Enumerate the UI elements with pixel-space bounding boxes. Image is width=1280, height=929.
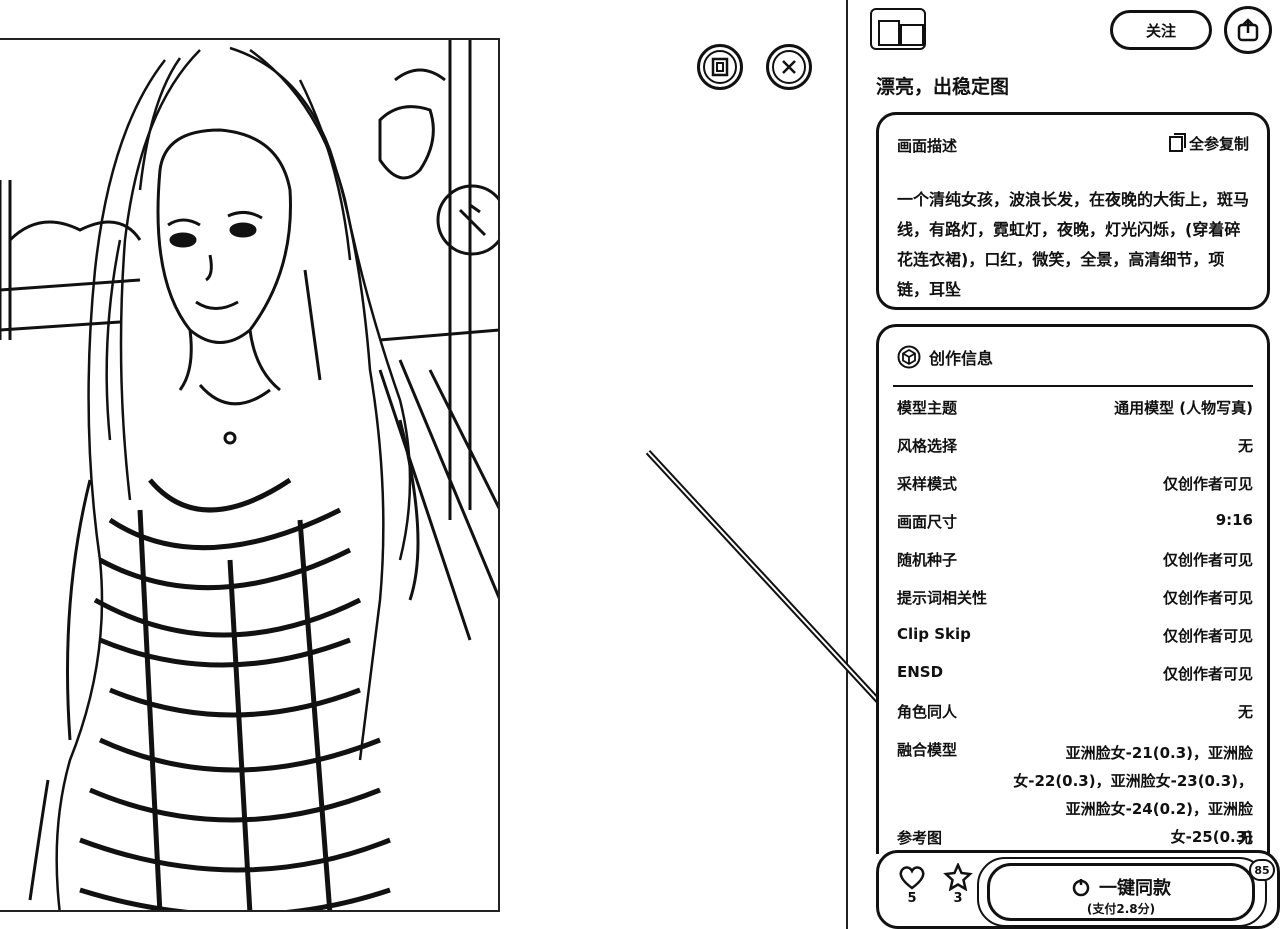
info-key: 融合模型 (897, 741, 958, 759)
info-value: 9:16 (1215, 511, 1253, 529)
copy-all-label: 全参复制 (1188, 135, 1249, 153)
info-key: ENSD (897, 663, 944, 681)
info-value: 无 (1237, 703, 1253, 721)
info-key: 采样模式 (897, 475, 958, 493)
info-value: 仅创作者可见 (1162, 475, 1253, 493)
info-value: 仅创作者可见 (1162, 627, 1253, 645)
author-row: 关注 (862, 6, 1274, 54)
info-value: 无 (1237, 829, 1253, 847)
info-value: 仅创作者可见 (1162, 551, 1253, 569)
info-value: 仅创作者可见 (1162, 589, 1253, 607)
info-value: 无 (1237, 437, 1253, 455)
creation-info-card: 创作信息 模型主题 通用模型 (人物写真) 风格选择无采样模式 仅创作者可见 画面尺寸 9… (876, 324, 1270, 854)
info-key: 角色同人 (897, 703, 958, 721)
info-key: 参考图 (897, 829, 943, 847)
prompt-card-label: 画面描述 (897, 137, 958, 155)
info-value: 通用模型 (人物写真) (1114, 399, 1253, 417)
download-icon (703, 50, 737, 84)
heart-icon (899, 866, 925, 890)
close-button[interactable] (766, 44, 812, 90)
refresh-icon (1072, 879, 1090, 897)
info-key: 随机种子 (897, 551, 958, 569)
portrait-illustration (0, 40, 498, 910)
avatar[interactable] (870, 8, 926, 50)
copy-icon (1168, 132, 1186, 152)
info-key: 提示词相关性 (897, 589, 988, 607)
like-count: 5 (907, 891, 917, 906)
same-style-price: (支付2.8分) (1086, 902, 1156, 916)
close-icon (772, 50, 806, 84)
info-key: Clip Skip (897, 625, 971, 643)
like-button[interactable]: 5 (893, 863, 931, 906)
detail-panel: 关注 漂亮，出稳定图 画面描述 全参复制 一个清纯女孩，波浪长发，在夜晚的大街上… (852, 0, 1280, 929)
generated-image[interactable] (0, 38, 500, 912)
info-key: 画面尺寸 (897, 513, 958, 531)
star-icon (943, 863, 973, 891)
creation-info-title: 创作信息 (929, 349, 994, 368)
favorite-button[interactable]: 3 (939, 863, 977, 906)
follow-button[interactable]: 关注 (1110, 10, 1212, 50)
panel-divider (846, 0, 848, 929)
info-key: 模型主题 (897, 399, 958, 417)
share-button[interactable] (1224, 6, 1272, 54)
action-bar: 5 3 一键同款 (支付2.8分) 85 (876, 850, 1280, 929)
work-title: 漂亮，出稳定图 (876, 76, 1010, 98)
author-name[interactable] (936, 18, 996, 38)
info-value: 仅创作者可见 (1162, 665, 1253, 683)
info-key: 风格选择 (897, 437, 958, 455)
info-divider (893, 385, 1253, 387)
download-button[interactable] (697, 44, 743, 90)
same-style-label: 一键同款 (1099, 878, 1171, 899)
cube-icon (897, 345, 921, 369)
same-style-button[interactable]: 一键同款 (支付2.8分) (987, 863, 1255, 921)
info-value: 亚洲脸女-21(0.3)，亚洲脸女-22(0.3)，亚洲脸女-23(0.3)，亚… (1013, 744, 1253, 846)
creation-info-header: 创作信息 (897, 345, 993, 369)
prompt-text: 一个清纯女孩，波浪长发，在夜晚的大街上，斑马线，有路灯，霓虹灯，夜晚，灯光闪烁，… (897, 190, 1250, 299)
count-badge: 85 (1249, 859, 1275, 881)
copy-all-button[interactable]: 全参复制 (1168, 132, 1249, 154)
prompt-card: 画面描述 全参复制 一个清纯女孩，波浪长发，在夜晚的大街上，斑马线，有路灯，霓虹… (876, 112, 1270, 310)
share-icon (1237, 18, 1259, 42)
favorite-count: 3 (953, 891, 963, 906)
